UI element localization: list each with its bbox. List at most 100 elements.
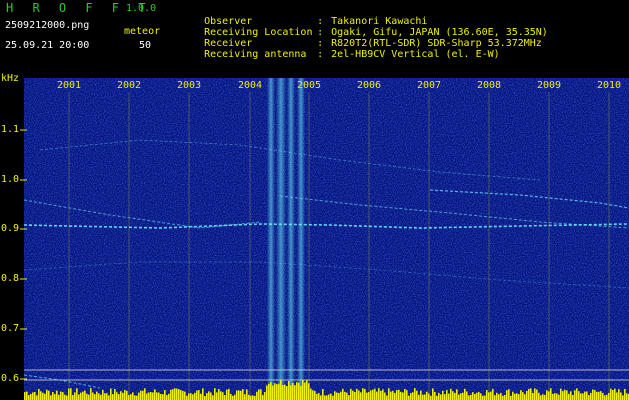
histogram-bar: [92, 392, 94, 400]
histogram-bar: [290, 385, 292, 400]
histogram-bar: [230, 393, 232, 400]
histogram-bar: [54, 394, 56, 400]
histogram-bar: [174, 388, 176, 400]
histogram-bar: [66, 395, 68, 400]
histogram-bar: [60, 391, 62, 400]
histogram-bar: [200, 393, 202, 400]
histogram-bar: [124, 389, 126, 400]
frequency-tick-label: 1.1: [1, 124, 20, 135]
histogram-bar: [38, 388, 40, 400]
histogram-bar: [506, 390, 508, 400]
histogram-bar: [318, 393, 320, 400]
histogram-bar: [120, 391, 122, 400]
histogram-bar: [516, 393, 518, 400]
frequency-tick-label: 0.6: [1, 373, 20, 384]
histogram-bar: [372, 389, 374, 400]
histogram-bar: [164, 390, 166, 400]
histogram-bar: [408, 395, 410, 400]
histogram-bar: [196, 390, 198, 400]
histogram-bar: [356, 388, 358, 400]
histogram-bar: [530, 388, 532, 400]
histogram-bar: [98, 393, 100, 400]
histogram-bar: [550, 388, 552, 400]
histogram-bar: [108, 395, 110, 400]
histogram-bar: [608, 392, 610, 400]
histogram-bar: [604, 395, 606, 400]
hrofft-window: H R O F F T 1.0.0 2509212000.png 25.09.2…: [0, 0, 629, 400]
histogram-bar: [236, 390, 238, 400]
histogram-bar: [154, 389, 156, 400]
histogram-bar: [592, 389, 594, 400]
histogram-bar: [322, 388, 324, 400]
histogram-bar: [380, 390, 382, 400]
histogram-bar: [258, 389, 260, 400]
histogram-bar: [512, 391, 514, 400]
histogram-bar: [568, 393, 570, 400]
histogram-bar: [344, 391, 346, 400]
spectrogram-overlay: [20, 78, 629, 400]
histogram-bar: [470, 394, 472, 400]
histogram-bar: [492, 388, 494, 400]
histogram-bar: [34, 391, 36, 400]
time-tick-label: 2010: [596, 80, 622, 91]
histogram-bar: [342, 388, 344, 400]
histogram-bar: [282, 384, 284, 400]
histogram-bar: [94, 394, 96, 400]
histogram-bar: [482, 395, 484, 400]
histogram-bar: [210, 392, 212, 400]
histogram-bar: [82, 391, 84, 400]
histogram-bar: [160, 393, 162, 400]
histogram-bar: [96, 391, 98, 400]
histogram-bar: [562, 391, 564, 400]
histogram-bar: [416, 390, 418, 400]
histogram-bar: [524, 394, 526, 400]
histogram-bar: [382, 389, 384, 400]
histogram-bar: [270, 382, 272, 400]
histogram-bar: [390, 391, 392, 400]
histogram-bar: [520, 390, 522, 400]
meteor-ping-band: [297, 78, 305, 400]
histogram-bar: [262, 394, 264, 400]
histogram-bar: [110, 388, 112, 400]
histogram-bar: [500, 392, 502, 400]
histogram-bar: [412, 392, 414, 400]
histogram-bar: [266, 385, 268, 400]
histogram-bar: [118, 394, 120, 400]
histogram-bar: [374, 388, 376, 400]
histogram-bar: [78, 394, 80, 400]
histogram-bar: [432, 388, 434, 400]
histogram-bar: [456, 389, 458, 400]
histogram-bar: [298, 382, 300, 400]
histogram-bar: [234, 394, 236, 400]
histogram-bar: [368, 392, 370, 400]
histogram-bar: [574, 390, 576, 400]
histogram-bar: [606, 394, 608, 400]
histogram-bar: [418, 394, 420, 400]
histogram-bar: [612, 389, 614, 400]
histogram-bar: [116, 392, 118, 400]
meteor-ping-bands: [267, 78, 305, 400]
histogram-bar: [112, 394, 114, 400]
histogram-bar: [256, 391, 258, 400]
histogram-bar: [424, 394, 426, 400]
histogram-bar: [288, 381, 290, 400]
histogram-bar: [602, 392, 604, 400]
histogram-bar: [464, 388, 466, 400]
histogram-bar: [480, 393, 482, 400]
histogram-bar: [76, 388, 78, 400]
histogram-bar: [48, 390, 50, 400]
histogram-bar: [494, 395, 496, 400]
histogram-bar: [398, 389, 400, 400]
histogram-bar: [328, 394, 330, 400]
histogram-bar: [410, 393, 412, 400]
histogram-bar: [170, 389, 172, 400]
histogram-bar: [348, 395, 350, 400]
histogram-bar: [36, 395, 38, 400]
histogram-bar: [114, 388, 116, 400]
histogram-bar: [310, 388, 312, 400]
histogram-bar: [214, 388, 216, 400]
histogram-bar: [222, 392, 224, 400]
histogram-bar: [600, 391, 602, 400]
histogram-bar: [238, 390, 240, 400]
histogram-bar: [188, 393, 190, 400]
